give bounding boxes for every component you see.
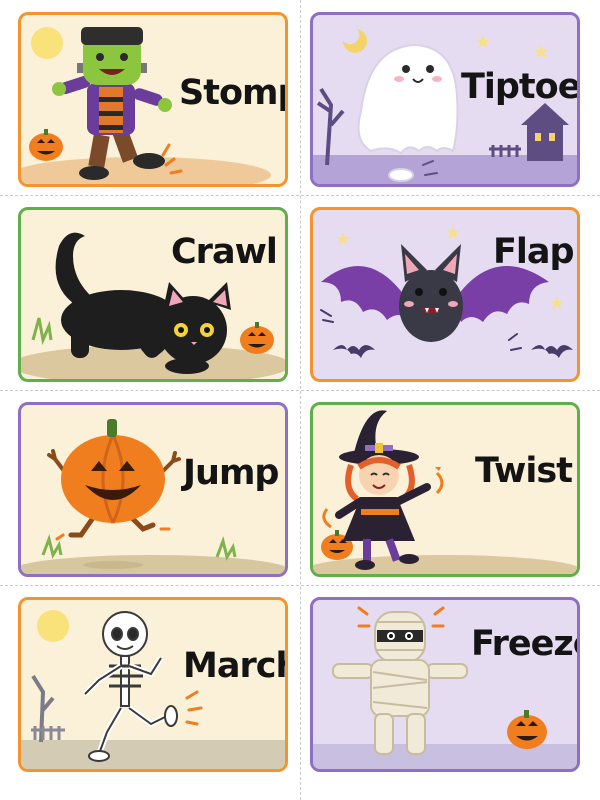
cut-line-vertical — [300, 0, 301, 800]
card-word: Twist — [475, 451, 573, 491]
monster-figure — [52, 27, 172, 180]
card-freeze: Freeze — [310, 597, 580, 772]
pumpkin-icon — [29, 129, 63, 161]
card-flap: Flap — [310, 207, 580, 382]
card-word: Flap — [493, 232, 575, 272]
card-word: March — [183, 646, 288, 686]
card-tiptoe: Tiptoe — [310, 12, 580, 187]
card-crawl: Crawl — [18, 207, 288, 382]
card-stomp: Stomp — [18, 12, 288, 187]
card-word: Freeze — [471, 624, 577, 664]
cut-line-horizontal — [0, 585, 600, 586]
card-march: March — [18, 597, 288, 772]
card-twist: Twist — [310, 402, 580, 577]
pumpkin-icon — [240, 322, 274, 354]
card-jump: Jump — [18, 402, 288, 577]
card-word: Crawl — [171, 232, 278, 272]
cut-line-horizontal — [0, 195, 600, 196]
cut-line-horizontal — [0, 390, 600, 391]
haunted-house-icon — [489, 103, 569, 161]
card-word: Stomp — [179, 73, 285, 113]
card-word: Jump — [183, 453, 279, 493]
mummy-figure — [332, 611, 468, 755]
pumpkin-figure — [47, 419, 181, 538]
skeleton-figure — [82, 611, 178, 762]
card-word: Tiptoe — [461, 67, 580, 107]
pumpkin-icon — [507, 710, 547, 749]
